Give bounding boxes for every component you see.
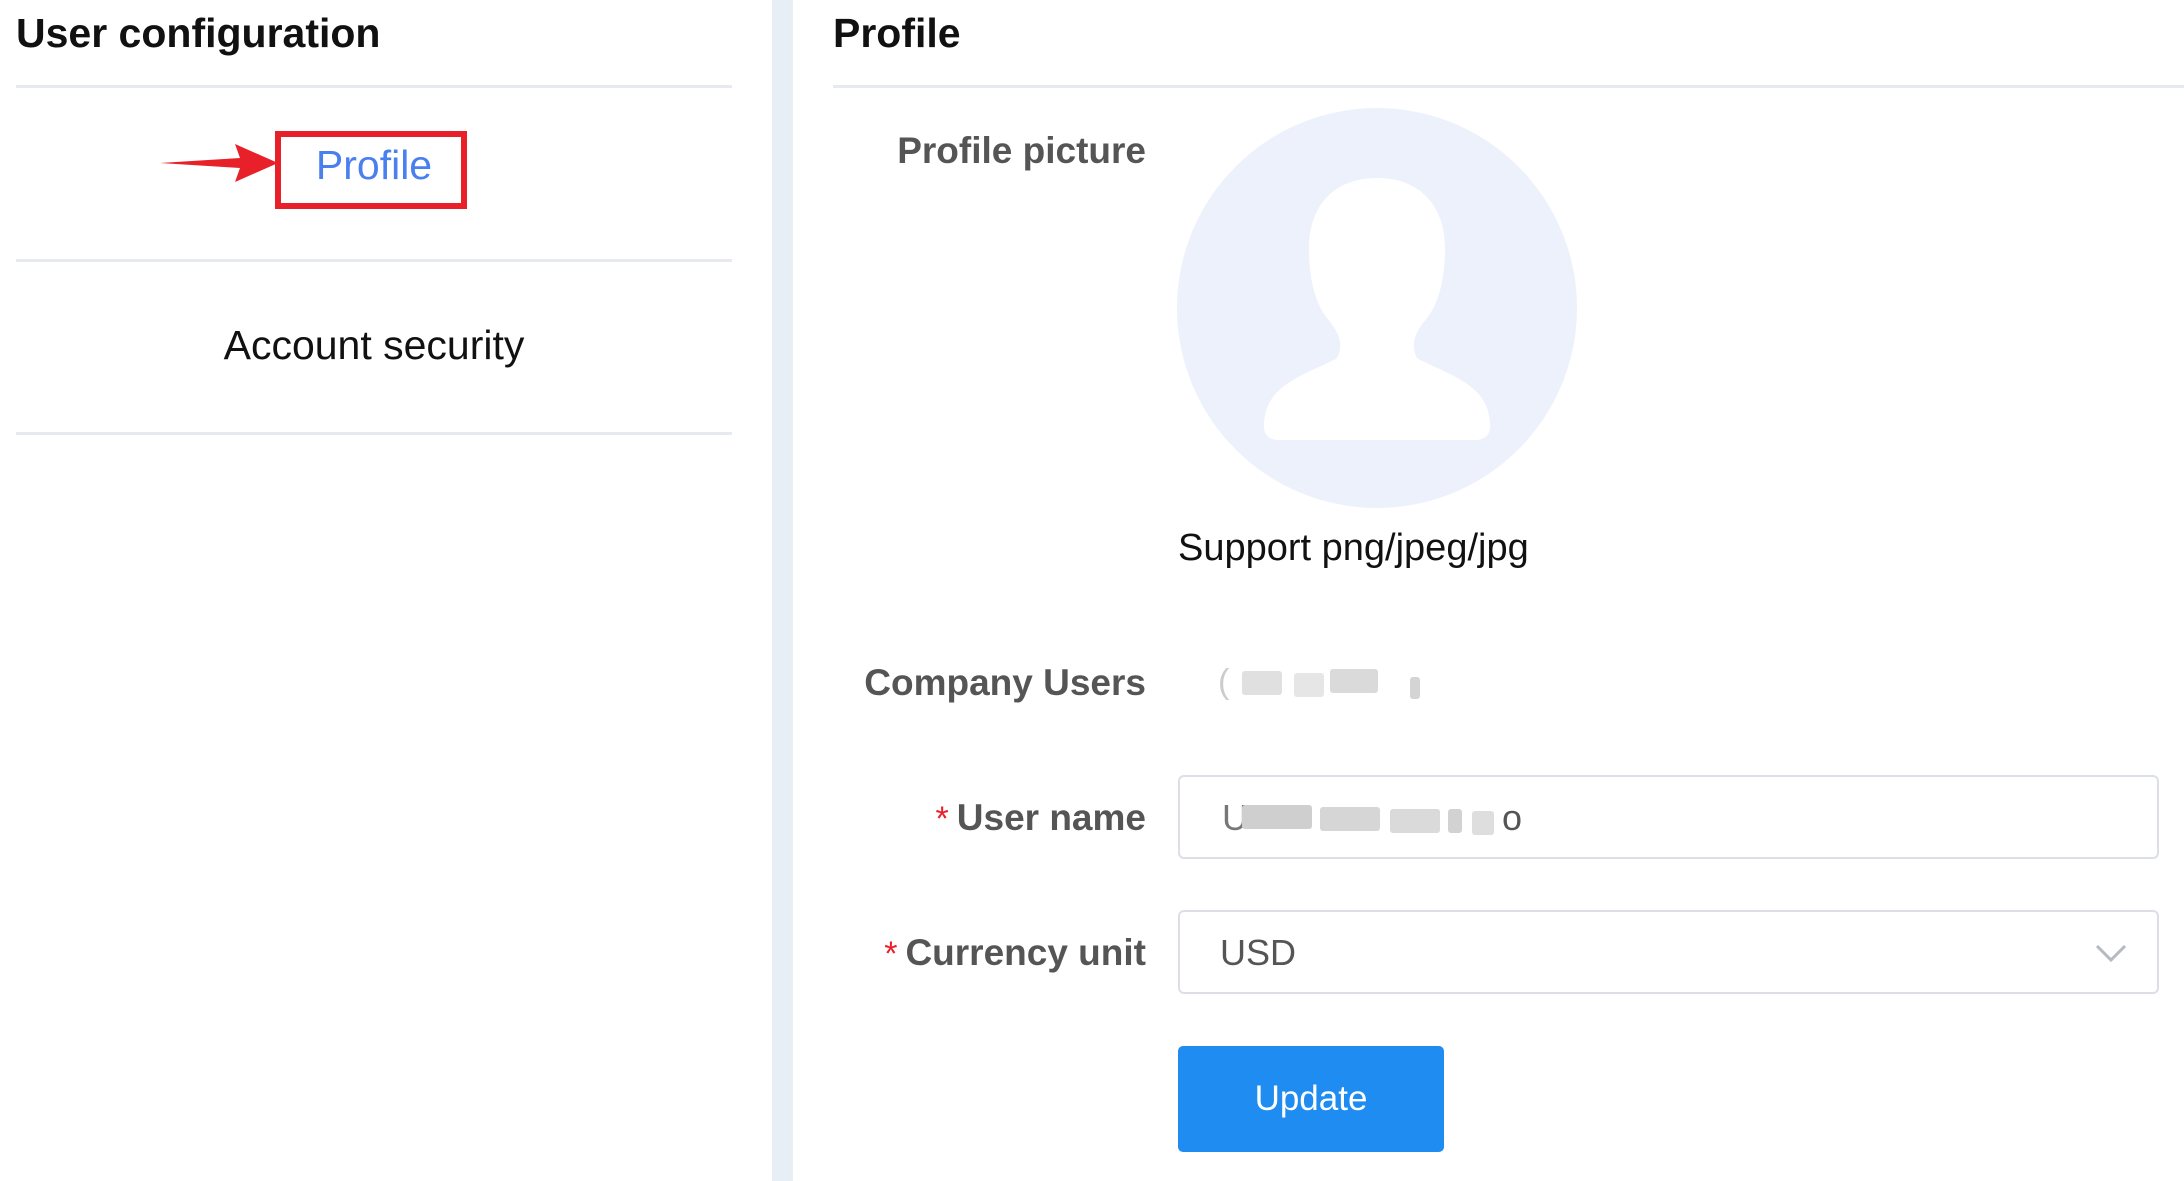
sidebar-title: User configuration <box>16 10 381 56</box>
divider <box>16 432 732 435</box>
chevron-down-icon <box>2095 944 2127 963</box>
page-title: Profile <box>833 10 961 56</box>
divider <box>16 259 732 262</box>
sidebar: User configuration Profile Account secur… <box>0 0 772 1181</box>
user-silhouette-icon <box>1263 178 1491 440</box>
required-marker: * <box>884 935 898 973</box>
currency-value: USD <box>1220 932 1297 973</box>
sidebar-item-label: Account security <box>223 322 525 368</box>
support-format-hint: Support png/jpeg/jpg <box>1178 527 1529 569</box>
update-button[interactable]: Update <box>1178 1046 1444 1152</box>
required-marker: * <box>935 800 949 838</box>
company-users-label: Company Users <box>864 662 1146 703</box>
panel-divider <box>772 0 793 1181</box>
avatar-upload[interactable] <box>1177 108 1577 508</box>
annotation-highlight-box <box>275 131 467 209</box>
username-label: * User name <box>935 797 1146 838</box>
currency-select[interactable]: USD <box>1178 910 2159 994</box>
username-field[interactable]: U o <box>1178 775 2159 859</box>
divider <box>833 85 2184 88</box>
red-arrow-icon <box>160 144 278 182</box>
profile-picture-label: Profile picture <box>897 130 1146 171</box>
company-users-value: ( <box>1218 663 1430 703</box>
sidebar-item-account-security[interactable]: Account security <box>16 300 732 390</box>
divider <box>16 85 732 88</box>
currency-unit-label: * Currency unit <box>884 932 1146 973</box>
